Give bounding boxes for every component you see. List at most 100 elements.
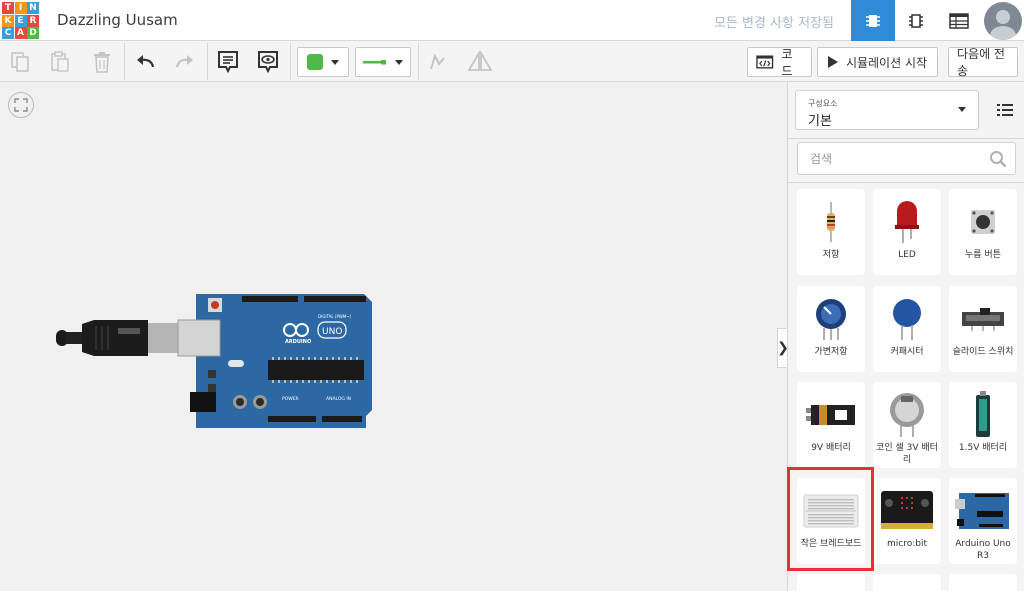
edit-toolbar: 코드 시뮬레이션 시작 다음에 전송 <box>0 41 1024 82</box>
flip-button[interactable] <box>465 47 495 77</box>
component-label: micro:bit <box>887 539 927 549</box>
component-tile-led[interactable]: LED <box>873 189 941 275</box>
component-tile-partial[interactable] <box>949 574 1017 591</box>
pushbutton-icon <box>971 210 995 234</box>
play-icon <box>827 56 838 68</box>
logo-letter: C <box>2 27 14 39</box>
tinkercad-logo[interactable]: T I N K E R C A D <box>2 2 39 39</box>
toggle-notes-button[interactable] <box>254 47 282 77</box>
component-tile-microbit[interactable]: micro:bit <box>873 478 941 564</box>
component-tile-partial[interactable] <box>797 574 865 591</box>
redo-icon <box>175 55 193 68</box>
logo-letter: A <box>14 27 27 39</box>
circuit-view-icon <box>866 14 880 27</box>
category-caption: 구성요소 <box>808 99 838 108</box>
circuit-view-button[interactable] <box>851 0 895 41</box>
microbit-icon <box>881 491 933 529</box>
code-button[interactable]: 코드 <box>747 47 812 78</box>
fill-color-dropdown[interactable] <box>297 47 349 77</box>
category-value: 기본 <box>808 114 832 129</box>
user-avatar[interactable] <box>984 2 1022 40</box>
component-label: 9V 배터리 <box>811 443 851 453</box>
arduino-uno-board[interactable]: DIGITAL (PWM~) ARDUINO UNO POWER ANALOG … <box>56 292 372 432</box>
logo-letter: N <box>27 2 39 14</box>
component-tile-capacitor[interactable]: 커패시터 <box>873 286 941 372</box>
battery-9v-icon <box>806 405 855 425</box>
delete-button[interactable] <box>88 47 116 77</box>
battery-aa-icon <box>976 391 990 437</box>
divider <box>788 182 1024 183</box>
component-tile-partial[interactable] <box>873 574 941 591</box>
analog-label: ANALOG IN <box>326 396 351 402</box>
rotate-button[interactable] <box>423 47 451 77</box>
coin-cell-icon <box>890 393 924 437</box>
component-label: 슬라이드 스위치 <box>952 347 1014 357</box>
slide-switch-icon <box>962 308 1004 331</box>
usb-cable-strain <box>66 332 82 344</box>
power-label: POWER <box>282 396 299 402</box>
paste-button[interactable] <box>46 47 74 77</box>
notes-button[interactable] <box>214 47 242 77</box>
component-label: 커패시터 <box>890 347 924 357</box>
component-label: 누름 버튼 <box>965 250 1001 260</box>
redo-button[interactable] <box>171 47 199 77</box>
microcontroller-chip <box>268 360 364 380</box>
component-label: 1.5V 배터리 <box>958 443 1008 453</box>
component-tile-coin-cell[interactable]: 코인 셀 3V 배터리 <box>873 382 941 468</box>
logo-letter: I <box>14 2 27 14</box>
list-view-toggle[interactable] <box>988 92 1022 128</box>
code-button-label: 코드 <box>781 47 793 78</box>
component-label: 저항 <box>822 250 840 260</box>
search-icon <box>990 151 1007 168</box>
component-tile-resistor[interactable]: 저항 <box>797 189 865 275</box>
component-category-select[interactable]: 구성요소 기본 <box>795 90 979 130</box>
search-input[interactable] <box>798 143 978 174</box>
component-search-box[interactable] <box>797 142 1016 175</box>
component-tile-battery-9v[interactable]: 9V 배터리 <box>797 382 865 468</box>
undo-button[interactable] <box>131 47 159 77</box>
component-label: LED <box>898 250 916 260</box>
component-list-button[interactable] <box>937 0 981 41</box>
send-to-label: 다음에 전송 <box>957 47 1005 78</box>
fill-color-swatch <box>307 54 323 70</box>
toolbar-divider <box>124 43 125 80</box>
digital-label: DIGITAL (PWM~) <box>318 314 352 319</box>
list-view-icon <box>997 104 1013 116</box>
chevron-down-icon <box>958 107 966 112</box>
eye-note-icon <box>258 51 278 74</box>
send-to-button[interactable]: 다음에 전송 <box>948 47 1018 78</box>
potentiometer-icon <box>816 299 846 340</box>
power-jack <box>190 392 216 412</box>
schematic-view-button[interactable] <box>894 0 938 41</box>
component-tile-slide-switch[interactable]: 슬라이드 스위치 <box>949 286 1017 372</box>
board-model: UNO <box>322 327 342 337</box>
selection-highlight <box>787 467 874 571</box>
usb-connector-metal <box>148 323 182 353</box>
start-simulation-label: 시뮬레이션 시작 <box>845 55 928 70</box>
logo-letter: K <box>2 14 14 27</box>
undo-icon <box>137 55 155 68</box>
copy-icon <box>11 52 29 72</box>
component-list-icon <box>949 12 969 29</box>
zoom-to-fit-button[interactable] <box>8 92 34 118</box>
fit-view-icon <box>14 98 28 112</box>
logo-letter: T <box>2 2 14 14</box>
component-tile-battery-aa[interactable]: 1.5V 배터리 <box>949 382 1017 468</box>
wire-type-dropdown[interactable] <box>355 47 411 77</box>
project-title[interactable]: Dazzling Uusam <box>57 11 178 29</box>
rotate-icon <box>430 53 445 70</box>
workplane-canvas[interactable]: DIGITAL (PWM~) ARDUINO UNO POWER ANALOG … <box>0 82 789 591</box>
component-label: Arduino Uno R3 <box>955 539 1011 561</box>
divider <box>788 138 1024 139</box>
start-simulation-button[interactable]: 시뮬레이션 시작 <box>817 47 938 77</box>
user-icon <box>990 10 1016 40</box>
component-tile-arduino-uno[interactable]: Arduino Uno R3 <box>949 478 1017 564</box>
copy-button[interactable] <box>6 47 34 77</box>
usb-plug <box>82 320 148 356</box>
capacitor-icon <box>893 299 921 340</box>
component-tile-pushbutton[interactable]: 누름 버튼 <box>949 189 1017 275</box>
component-tile-potentiometer[interactable]: 가변저항 <box>797 286 865 372</box>
chevron-down-icon <box>395 59 403 65</box>
board-brand: ARDUINO <box>285 339 311 345</box>
logo-letter: D <box>27 27 39 39</box>
